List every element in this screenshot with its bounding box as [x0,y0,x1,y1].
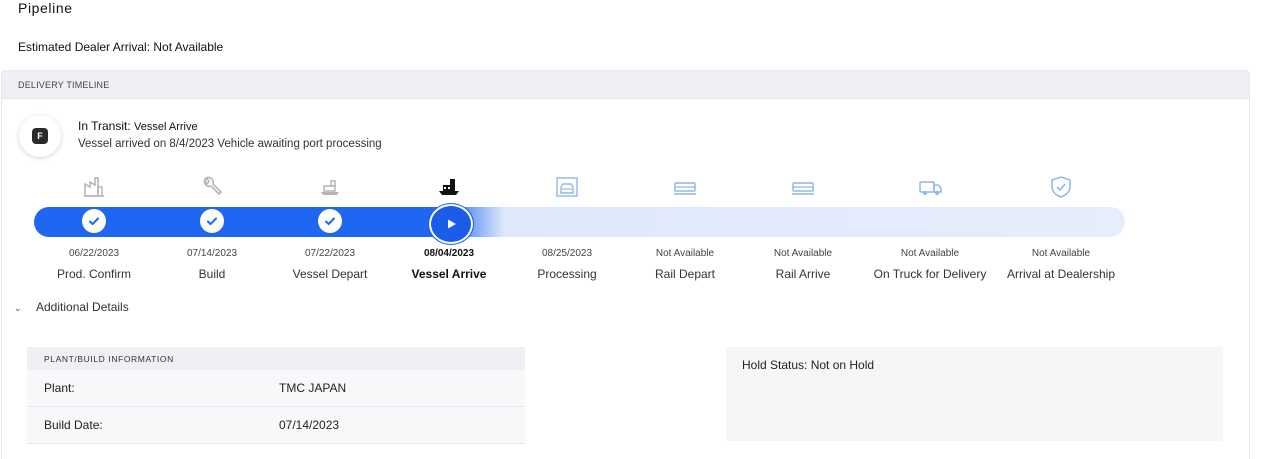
ship-arrive-icon [435,173,463,201]
progress-track [34,207,1125,237]
stage-date: Not Available [900,248,960,259]
additional-details-toggle[interactable]: ⌄ Additional Details [14,300,129,314]
ship-depart-icon [316,173,344,201]
shield-check-icon [1047,173,1075,201]
chevron-down-icon: ⌄ [14,303,22,313]
build-date-row: Build Date: 07/14/2023 [27,407,525,444]
build-date-key: Build Date: [44,418,103,432]
status-title: In Transit: Vessel Arrive [78,119,198,133]
processing-icon [553,173,581,201]
check-icon [200,209,224,233]
factory-icon [80,173,108,201]
status-badge: F [19,115,61,157]
wrench-icon [198,173,226,201]
stage-label: Arrival at Dealership [1006,267,1116,281]
check-icon [318,209,342,233]
plant-row: Plant: TMC JAPAN [27,370,525,407]
status-stage: Vessel Arrive [134,121,198,133]
rail-arrive-icon [789,173,817,201]
status-badge-letter: F [32,128,48,144]
stage-label: On Truck for Delivery [873,267,987,281]
hold-status-panel: Hold Status: Not on Hold [726,347,1223,441]
plant-value: TMC JAPAN [279,381,347,395]
delivery-timeline-card: DELIVERY TIMELINE F In Transit: Vessel A… [1,70,1250,459]
status-prefix: In Transit: [78,119,135,133]
stage-label: Rail Arrive [775,267,831,281]
rail-depart-icon [671,173,699,201]
stage-date: Not Available [1031,248,1091,259]
plant-build-header: PLANT/BUILD INFORMATION [27,347,525,370]
check-icon [82,209,106,233]
build-date-value: 07/14/2023 [279,418,340,432]
hold-status: Hold Status: Not on Hold [742,358,875,372]
delivery-timeline-header: DELIVERY TIMELINE [2,71,1249,99]
page-title: Pipeline [18,0,73,16]
plant-key: Plant: [44,381,75,395]
play-icon [429,204,473,244]
plant-build-panel: PLANT/BUILD INFORMATION Plant: TMC JAPAN… [27,347,525,444]
estimated-dealer-arrival: Estimated Dealer Arrival: Not Available [18,40,224,54]
truck-icon [916,173,944,201]
additional-details-label: Additional Details [36,300,129,314]
status-message: Vessel arrived on 8/4/2023 Vehicle await… [78,138,382,150]
stage-date: Not Available [773,248,833,259]
